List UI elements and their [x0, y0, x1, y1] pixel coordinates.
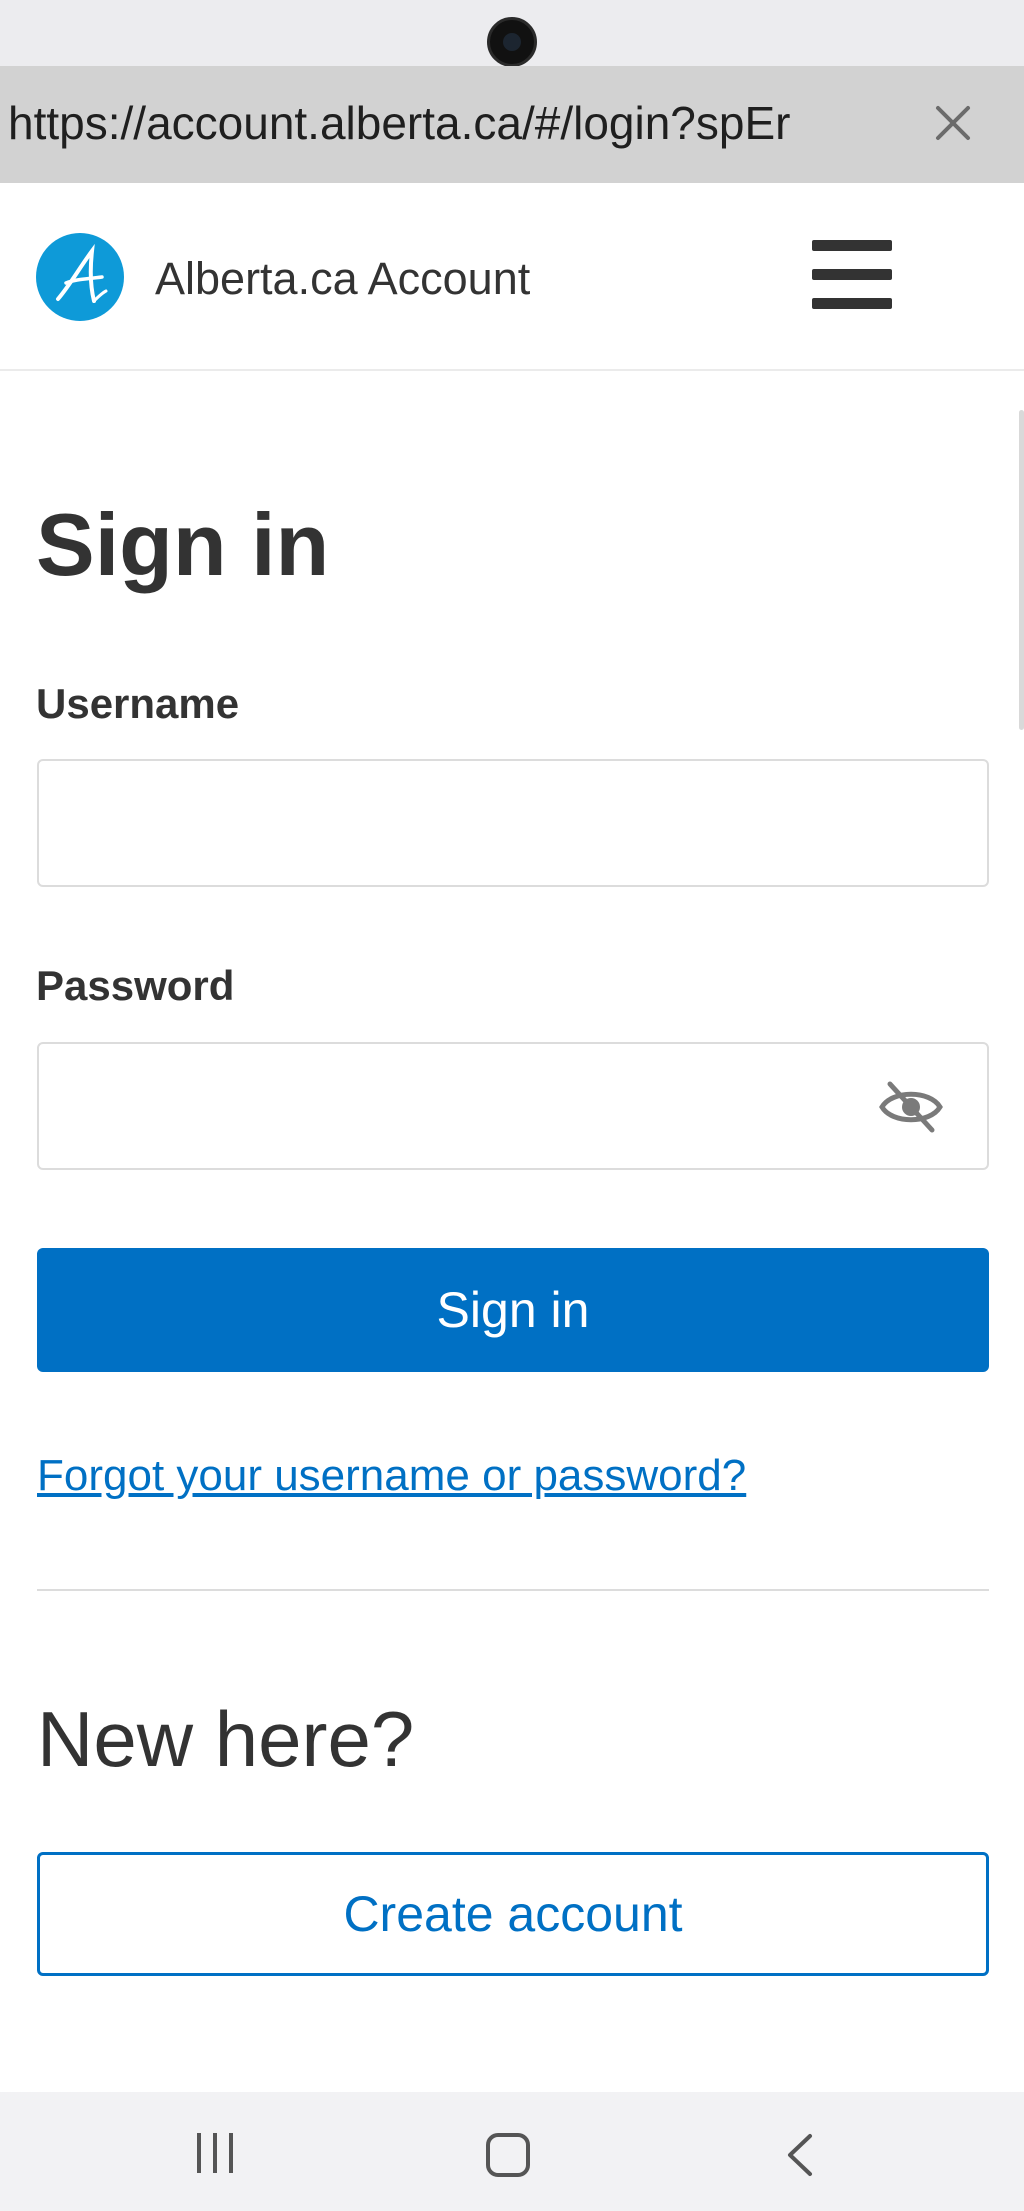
- home-icon[interactable]: [486, 2133, 530, 2177]
- username-input[interactable]: [37, 759, 989, 887]
- username-label: Username: [36, 680, 240, 727]
- scrollbar[interactable]: [1019, 410, 1024, 730]
- url-text[interactable]: https://account.alberta.ca/#/login?spEr: [8, 93, 873, 153]
- page-title: Sign in: [36, 495, 330, 594]
- create-account-button[interactable]: Create account: [37, 1852, 989, 1976]
- divider: [37, 1589, 989, 1591]
- back-icon[interactable]: [780, 2130, 820, 2180]
- forgot-credentials-link[interactable]: Forgot your username or password?: [37, 1448, 746, 1504]
- password-label: Password: [36, 962, 235, 1009]
- hamburger-menu-icon[interactable]: [808, 236, 896, 314]
- eye-off-icon[interactable]: [878, 1078, 944, 1136]
- recent-apps-icon[interactable]: [193, 2133, 241, 2179]
- password-input[interactable]: [37, 1042, 989, 1170]
- new-here-heading: New here?: [37, 1695, 415, 1783]
- camera-cutout: [487, 17, 537, 67]
- close-icon[interactable]: [930, 100, 976, 146]
- sign-in-button[interactable]: Sign in: [37, 1248, 989, 1372]
- brand-name[interactable]: Alberta.ca Account: [155, 250, 530, 308]
- alberta-logo-icon[interactable]: [36, 233, 124, 321]
